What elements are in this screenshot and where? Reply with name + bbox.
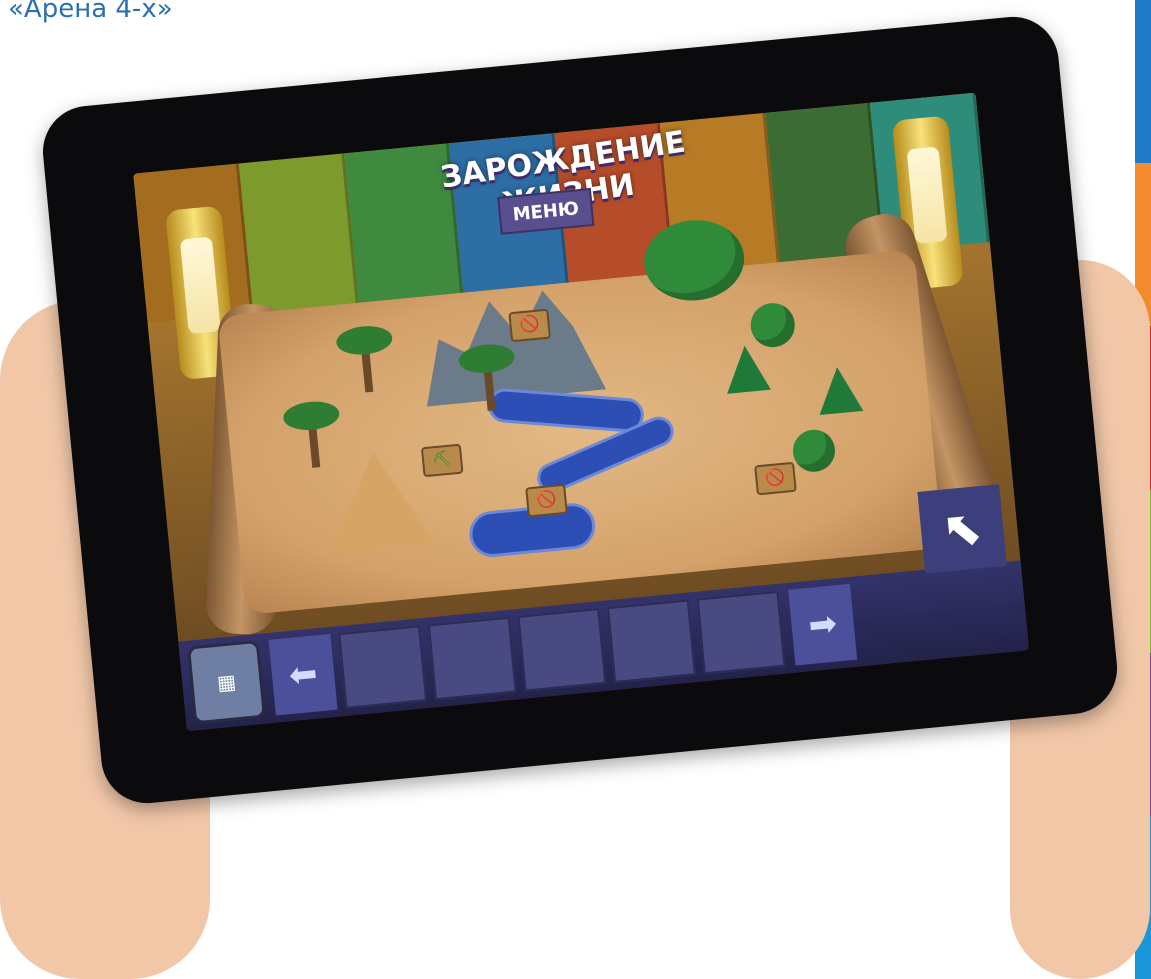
inventory-slot[interactable] [607, 599, 696, 683]
game-screen[interactable]: 🚫 ⛏ 🚫 🚫 ЗАРОЖДЕНИЕ ЖИЗНИ МЕНЮ ▦ ⬅ ➡ ⬉ [133, 92, 1030, 732]
sign-dig[interactable]: ⛏ [420, 443, 464, 478]
device-icon[interactable]: ▦ [186, 639, 267, 725]
pine-tree [815, 365, 864, 416]
left-arrow-icon[interactable]: ⬅ [268, 633, 338, 716]
river [486, 387, 646, 434]
sign-forbidden[interactable]: 🚫 [508, 308, 552, 343]
pine-tree [722, 343, 771, 394]
lantern-glass [906, 146, 948, 245]
inventory-slot[interactable] [517, 608, 607, 692]
inventory-slot[interactable] [427, 616, 517, 701]
bush-tree [791, 427, 837, 474]
palm-tree [307, 417, 321, 468]
tablet-device: 🚫 ⛏ 🚫 🚫 ЗАРОЖДЕНИЕ ЖИЗНИ МЕНЮ ▦ ⬅ ➡ ⬉ [0, 0, 1151, 979]
lantern-glass [179, 236, 221, 335]
palm-tree [360, 341, 374, 393]
inventory-slot[interactable] [696, 590, 786, 675]
bush-tree [748, 301, 797, 350]
mountain-range [416, 280, 606, 407]
pyramid [321, 447, 435, 553]
sign-forbidden[interactable]: 🚫 [525, 483, 568, 518]
right-arrow-icon[interactable]: ➡ [788, 583, 858, 666]
inventory-slot[interactable] [338, 625, 428, 709]
tablet-frame: 🚫 ⛏ 🚫 🚫 ЗАРОЖДЕНИЕ ЖИЗНИ МЕНЮ ▦ ⬅ ➡ ⬉ [38, 12, 1122, 808]
sign-forbidden[interactable]: 🚫 [754, 461, 797, 496]
cursor-icon[interactable]: ⬉ [917, 484, 1007, 574]
